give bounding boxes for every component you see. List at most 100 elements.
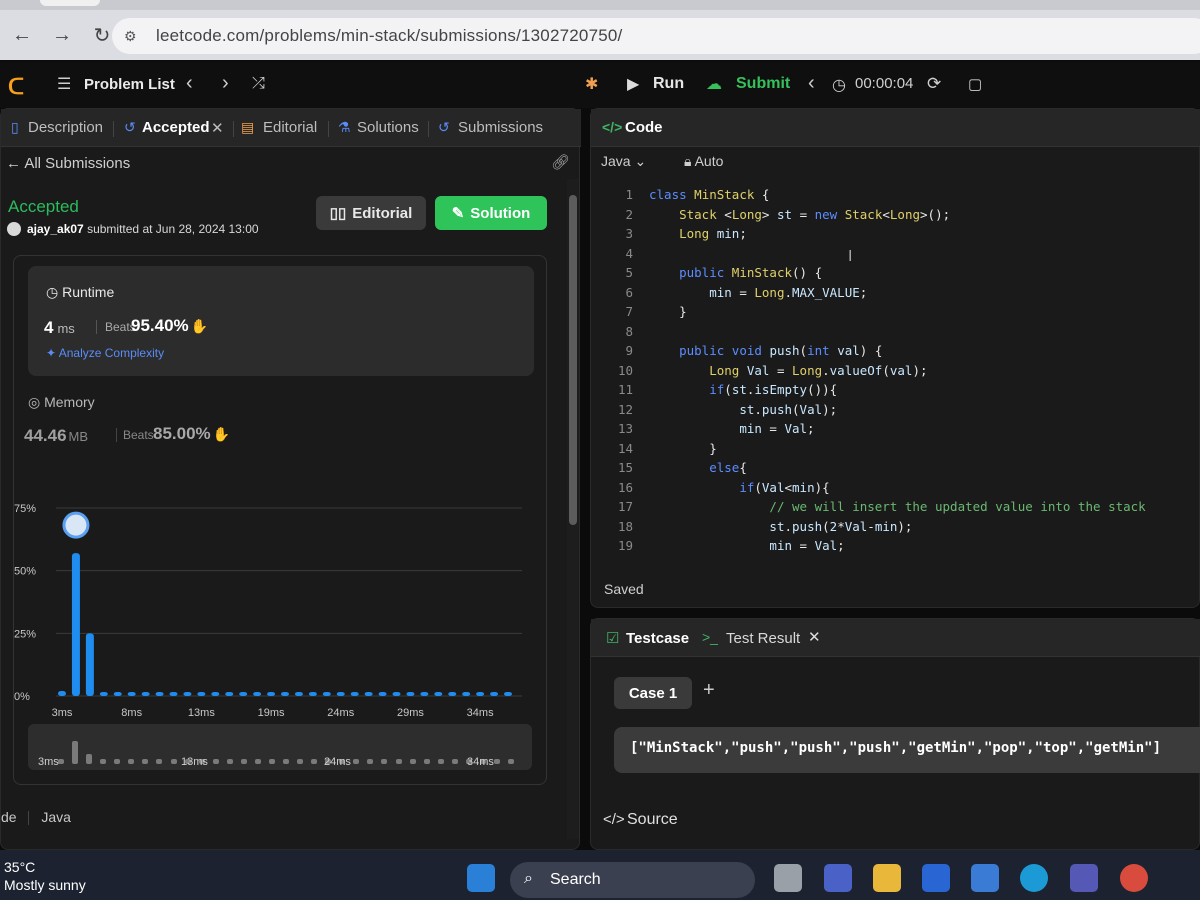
distribution-bar[interactable] — [169, 692, 178, 696]
distribution-bar[interactable] — [350, 692, 359, 696]
distribution-bar[interactable] — [434, 692, 443, 696]
taskbar-search[interactable]: ⌕ Search — [510, 862, 755, 898]
scroll-thumb[interactable] — [569, 195, 577, 525]
code-line-text[interactable]: } — [649, 302, 687, 321]
testcase-input[interactable]: ["MinStack","push","push","push","getMin… — [614, 727, 1200, 773]
code-editor[interactable]: 1 class MinStack {2 Stack <Long> st = new… — [591, 183, 1200, 557]
weather-condition[interactable]: Mostly sunny — [4, 877, 86, 893]
chrome-icon[interactable] — [1120, 864, 1148, 892]
code-line-text[interactable]: st.push(2*Val-min); — [649, 517, 912, 536]
tab-testcase[interactable]: Testcase — [626, 630, 689, 647]
solution-button[interactable]: ✎ Solution — [435, 196, 547, 230]
forward-arrow-icon[interactable]: → — [48, 21, 76, 49]
run-button[interactable]: Run — [653, 75, 684, 93]
code-line-text[interactable]: public void push(int val) { — [649, 341, 882, 360]
username[interactable]: ajay_ak07 — [27, 222, 84, 236]
next-problem-icon[interactable]: › — [222, 72, 229, 95]
code-line-text[interactable]: public MinStack() { — [649, 263, 822, 282]
task-view-icon[interactable] — [774, 864, 802, 892]
distribution-bar[interactable] — [490, 692, 499, 696]
distribution-bar[interactable] — [197, 692, 206, 696]
problem-list-link[interactable]: Problem List — [84, 76, 175, 93]
distribution-bar[interactable] — [448, 692, 457, 696]
reset-timer-icon[interactable]: ⟳ — [927, 74, 941, 94]
distribution-bar[interactable] — [392, 692, 401, 696]
memory-title[interactable]: ◎ Memory — [28, 394, 95, 411]
teams-chat-icon[interactable] — [824, 864, 852, 892]
distribution-bar[interactable] — [364, 692, 373, 696]
code-line-text[interactable]: min = Val; — [649, 419, 814, 438]
shuffle-icon[interactable]: ⤮ — [252, 75, 265, 93]
tab-accepted[interactable]: Accepted — [142, 119, 210, 136]
analyze-complexity-link[interactable]: ✦ Analyze Complexity — [46, 346, 164, 360]
close-tab-icon[interactable]: ✕ — [211, 119, 224, 137]
code-line-text[interactable]: else{ — [649, 458, 747, 477]
collapse-timer-icon[interactable]: ‹ — [808, 72, 815, 95]
distribution-bar[interactable] — [141, 692, 150, 696]
distribution-bar[interactable] — [71, 553, 80, 696]
tab-editorial[interactable]: Editorial — [263, 119, 317, 136]
code-line-text[interactable]: Long Val = Long.valueOf(val); — [649, 361, 927, 380]
runtime-distribution-chart[interactable]: 75% 50% 25% 0% 3ms 8ms 13ms 19ms 24ms 29ms 34ms — [14, 496, 548, 726]
distribution-bar[interactable] — [99, 692, 108, 696]
tab-test-result[interactable]: Test Result — [726, 630, 800, 647]
site-settings-icon[interactable]: ⚙ — [124, 28, 148, 45]
code-line-text[interactable]: if(st.isEmpty()){ — [649, 380, 837, 399]
code-line-text[interactable]: st.push(Val); — [649, 400, 837, 419]
footer-language[interactable]: Java — [41, 809, 71, 825]
editorial-button[interactable]: ▯▯ Editorial — [316, 196, 426, 230]
teams-icon[interactable] — [1070, 864, 1098, 892]
leetcode-logo-icon[interactable]: ᑕ — [8, 74, 32, 99]
timer-value[interactable]: 00:00:04 — [855, 75, 913, 92]
file-explorer-icon[interactable] — [873, 864, 901, 892]
distribution-minimap[interactable]: 3ms 13ms 24ms 34ms — [28, 724, 532, 770]
avatar[interactable] — [7, 222, 21, 236]
weather-temp[interactable]: 35°C — [4, 859, 35, 875]
close-icon[interactable]: ✕ — [808, 628, 821, 646]
distribution-bar[interactable] — [267, 692, 276, 696]
code-line-text[interactable]: class MinStack { — [649, 185, 769, 204]
start-windows-icon[interactable] — [467, 864, 495, 892]
share-link-icon[interactable]: 🔗︎ — [551, 153, 570, 171]
distribution-bar[interactable] — [378, 692, 387, 696]
distribution-bar[interactable] — [294, 692, 303, 696]
distribution-bar[interactable] — [155, 692, 164, 696]
add-case-icon[interactable]: + — [703, 679, 715, 702]
distribution-bar[interactable] — [406, 692, 415, 696]
distribution-bar[interactable] — [476, 692, 485, 696]
source-tab[interactable]: Source — [627, 811, 678, 829]
code-line-text[interactable]: // we will insert the updated value into… — [649, 497, 1145, 516]
distribution-bar[interactable] — [336, 692, 345, 696]
distribution-bar[interactable] — [504, 692, 512, 696]
edge-icon[interactable] — [1020, 864, 1048, 892]
address-bar[interactable]: ⚙ leetcode.com/problems/min-stack/submis… — [112, 18, 1200, 54]
left-scrollbar[interactable] — [567, 179, 579, 839]
distribution-bar[interactable] — [127, 692, 136, 696]
case-1-tab[interactable]: Case 1 — [614, 677, 692, 709]
runtime-card[interactable]: ◷ Runtime 4 ms Beats 95.40% ✋ ✦ Analyze Co… — [28, 266, 534, 376]
debug-icon[interactable]: ✱ — [585, 74, 598, 94]
distribution-bar[interactable] — [239, 692, 248, 696]
language-select[interactable]: Java ⌄ — [601, 153, 646, 170]
auto-mode[interactable]: 🔒︎ Auto — [684, 153, 723, 170]
submit-button[interactable]: Submit — [736, 75, 790, 93]
all-submissions-link[interactable]: ← All Submissions — [6, 155, 130, 172]
mail-icon[interactable] — [971, 864, 999, 892]
distribution-bar[interactable] — [253, 692, 262, 696]
back-arrow-icon[interactable]: ← — [8, 21, 36, 49]
url-text[interactable]: leetcode.com/problems/min-stack/submissi… — [156, 26, 622, 46]
distribution-bar[interactable] — [308, 692, 317, 696]
tab-description[interactable]: Description — [28, 119, 103, 136]
your-submission-marker[interactable] — [62, 511, 90, 539]
distribution-bar[interactable] — [462, 692, 471, 696]
distribution-bar[interactable] — [113, 692, 122, 696]
notes-icon[interactable]: ▢ — [968, 75, 982, 93]
browser-tab[interactable] — [40, 0, 100, 6]
l-app-icon[interactable] — [922, 864, 950, 892]
distribution-bar[interactable] — [420, 692, 429, 696]
code-line-text[interactable]: if(Val<min){ — [649, 478, 829, 497]
distribution-bar[interactable] — [183, 692, 192, 696]
code-line-text[interactable]: min = Val; — [649, 536, 844, 555]
code-line-text[interactable]: Stack <Long> st = new Stack<Long>(); — [649, 205, 950, 224]
tab-submissions[interactable]: Submissions — [458, 119, 543, 136]
